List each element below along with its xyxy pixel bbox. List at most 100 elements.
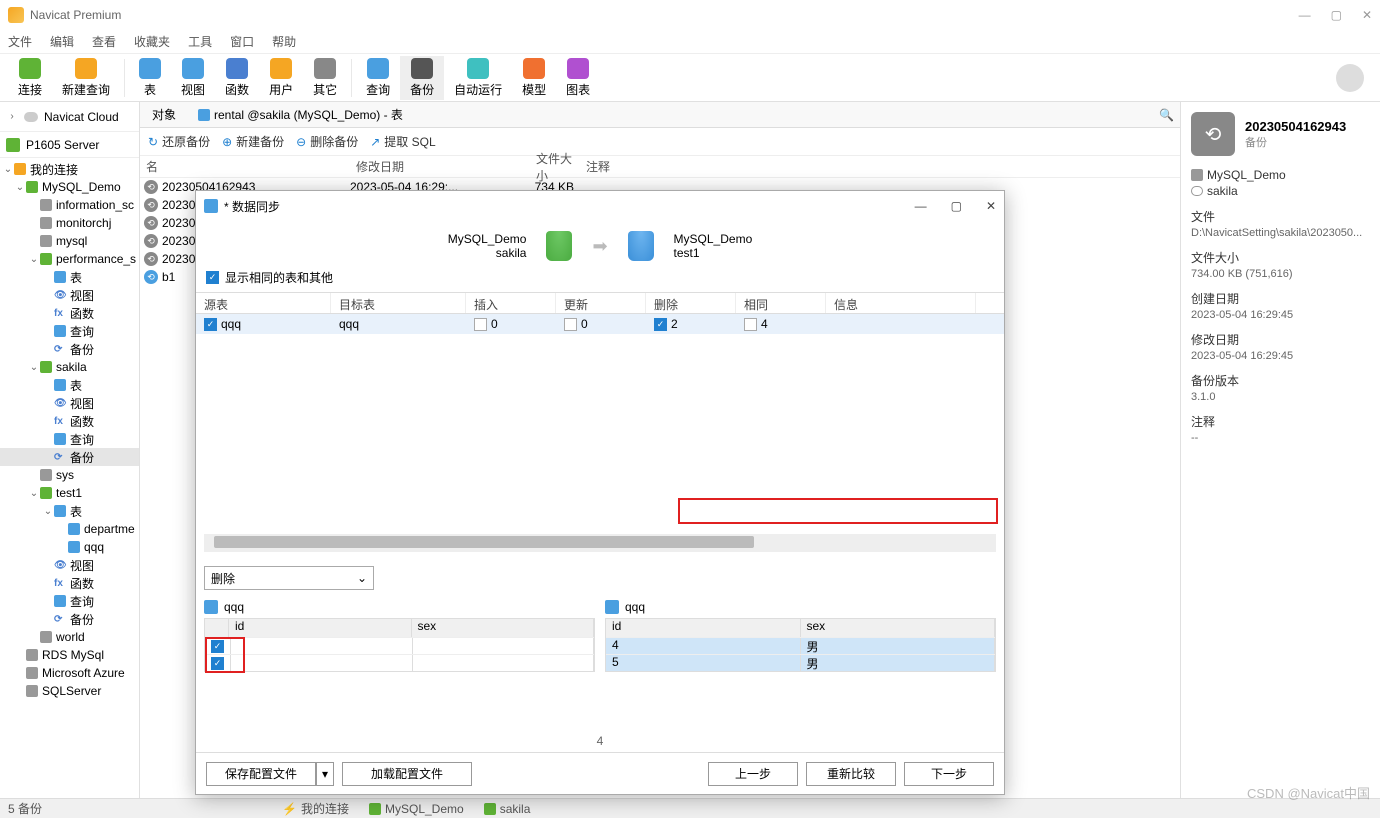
grid-column-header[interactable]: 删除	[646, 293, 736, 313]
show-same-checkbox-row[interactable]: ✓ 显示相同的表和其他	[196, 267, 1004, 288]
checkbox-off-icon[interactable]	[744, 318, 757, 331]
toolbar-其它[interactable]: 其它	[303, 56, 347, 100]
tree-item[interactable]: ⌄表	[0, 502, 139, 520]
toolbar-用户[interactable]: 用户	[259, 56, 303, 100]
menu-item[interactable]: 查看	[92, 33, 116, 50]
tree-item[interactable]: world	[0, 628, 139, 646]
tree-item[interactable]: 👁视图	[0, 394, 139, 412]
watermark: CSDN @Navicat中国	[1247, 783, 1370, 802]
tree-item[interactable]: ⌄performance_s	[0, 250, 139, 268]
user-avatar-icon[interactable]	[1336, 64, 1364, 92]
tree-item[interactable]: 表	[0, 376, 139, 394]
subtoolbar-item[interactable]: ↻还原备份	[148, 133, 210, 150]
maximize-icon[interactable]: ▢	[1331, 8, 1342, 22]
menu-item[interactable]: 帮助	[272, 33, 296, 50]
grid-column-header[interactable]: 目标表	[331, 293, 466, 313]
load-profile-button[interactable]: 加载配置文件	[342, 762, 472, 786]
tree-item[interactable]: ⟳备份	[0, 610, 139, 628]
tree-item[interactable]: ⌄test1	[0, 484, 139, 502]
tree-item[interactable]: monitorchj	[0, 214, 139, 232]
checkbox-checked-icon[interactable]: ✓	[206, 271, 219, 284]
tree-item[interactable]: RDS MySql	[0, 646, 139, 664]
toolbar-备份[interactable]: 备份	[400, 56, 444, 100]
tree-item[interactable]: fx函数	[0, 412, 139, 430]
grid-column-header[interactable]: 更新	[556, 293, 646, 313]
dropdown-arrow-icon[interactable]: ▾	[316, 762, 334, 786]
tree-item[interactable]: qqq	[0, 538, 139, 556]
table-row[interactable]: ✓	[205, 637, 594, 654]
grid-column-header[interactable]: 插入	[466, 293, 556, 313]
row-checkbox-icon[interactable]: ✓	[211, 657, 224, 670]
action-dropdown[interactable]: 删除 ⌄	[204, 566, 374, 590]
sidebar-server-row[interactable]: P1605 Server	[0, 132, 139, 158]
column-header[interactable]: 修改日期	[350, 158, 530, 175]
toolbar-模型[interactable]: 模型	[512, 56, 556, 100]
table-row[interactable]: 4 男	[606, 637, 995, 654]
tree-item[interactable]: fx函数	[0, 574, 139, 592]
row-checkbox-icon[interactable]: ✓	[211, 640, 224, 653]
tree-item[interactable]: fx函数	[0, 304, 139, 322]
tree-item[interactable]: 查询	[0, 430, 139, 448]
search-icon[interactable]: 🔍	[1159, 108, 1174, 122]
grid-column-header[interactable]: 相同	[736, 293, 826, 313]
sidebar-cloud-row[interactable]: › Navicat Cloud	[0, 102, 139, 132]
menu-item[interactable]: 收藏夹	[134, 33, 170, 50]
tree-item[interactable]: 👁视图	[0, 556, 139, 574]
toolbar-视图[interactable]: 视图	[171, 56, 215, 100]
row-checkbox-icon[interactable]: ✓	[204, 318, 217, 331]
checkbox-checked-icon[interactable]: ✓	[654, 318, 667, 331]
server-icon	[6, 138, 20, 152]
tree-item[interactable]: ⌄sakila	[0, 358, 139, 376]
save-profile-button[interactable]: 保存配置文件 ▾	[206, 762, 334, 786]
toolbar-自动运行[interactable]: 自动运行	[444, 56, 512, 100]
toolbar-函数[interactable]: 函数	[215, 56, 259, 100]
tab[interactable]: 对象	[146, 103, 182, 127]
tree-item[interactable]: 👁视图	[0, 286, 139, 304]
menu-item[interactable]: 工具	[188, 33, 212, 50]
tree-item[interactable]: Microsoft Azure	[0, 664, 139, 682]
tree-item[interactable]: 查询	[0, 592, 139, 610]
close-icon[interactable]: ✕	[1362, 8, 1372, 22]
tree-root[interactable]: ⌄ 我的连接	[0, 160, 139, 178]
subtoolbar-item[interactable]: ⊖删除备份	[296, 133, 358, 150]
minimize-icon[interactable]: —	[1299, 8, 1311, 22]
column-header[interactable]: 名	[140, 158, 350, 175]
tree-item[interactable]: departme	[0, 520, 139, 538]
tree-item[interactable]: ⌄MySQL_Demo	[0, 178, 139, 196]
tree-item[interactable]: SQLServer	[0, 682, 139, 700]
sync-grid-row[interactable]: ✓qqqqqq00✓24	[196, 314, 1004, 334]
tree-item[interactable]: 表	[0, 268, 139, 286]
toolbar-表[interactable]: 表	[129, 56, 171, 100]
grid-column-header[interactable]: 源表	[196, 293, 331, 313]
scrollbar-horizontal[interactable]	[204, 534, 996, 552]
menu-item[interactable]: 窗口	[230, 33, 254, 50]
subtoolbar-item[interactable]: ⊕新建备份	[222, 133, 284, 150]
recompare-button[interactable]: 重新比较	[806, 762, 896, 786]
prev-button[interactable]: 上一步	[708, 762, 798, 786]
table-row[interactable]: ✓	[205, 654, 594, 671]
next-button[interactable]: 下一步	[904, 762, 994, 786]
subtoolbar-item[interactable]: ↗提取 SQL	[370, 133, 435, 150]
menu-item[interactable]: 编辑	[50, 33, 74, 50]
tree-item[interactable]: ⟳备份	[0, 448, 139, 466]
toolbar-连接[interactable]: 连接	[8, 56, 52, 100]
tree-item[interactable]: 查询	[0, 322, 139, 340]
checkbox-off-icon[interactable]	[564, 318, 577, 331]
table-row[interactable]: 5 男	[606, 654, 995, 671]
column-header[interactable]: 注释	[580, 158, 780, 175]
grid-column-header[interactable]: 信息	[826, 293, 976, 313]
scrollbar-thumb[interactable]	[214, 536, 754, 548]
tree-item[interactable]: ⟳备份	[0, 340, 139, 358]
toolbar-图表[interactable]: 图表	[556, 56, 600, 100]
tab[interactable]: rental @sakila (MySQL_Demo) - 表	[192, 103, 409, 127]
tree-item[interactable]: mysql	[0, 232, 139, 250]
dialog-close-icon[interactable]: ✕	[986, 199, 996, 213]
tree-item[interactable]: sys	[0, 466, 139, 484]
toolbar-查询[interactable]: 查询	[356, 56, 400, 100]
dialog-minimize-icon[interactable]: —	[915, 199, 927, 213]
checkbox-off-icon[interactable]	[474, 318, 487, 331]
tree-item[interactable]: information_sc	[0, 196, 139, 214]
dialog-maximize-icon[interactable]: ▢	[951, 199, 962, 213]
toolbar-新建查询[interactable]: 新建查询	[52, 56, 120, 100]
menu-item[interactable]: 文件	[8, 33, 32, 50]
